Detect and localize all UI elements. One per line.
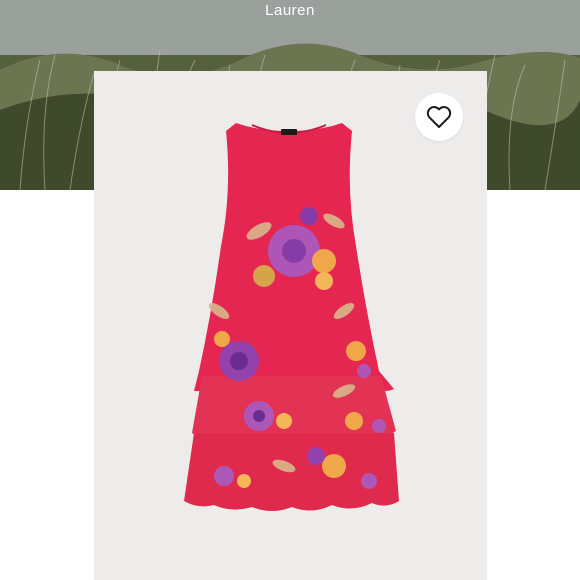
product-image-card[interactable] [94, 71, 487, 580]
favorite-button[interactable] [415, 93, 463, 141]
heart-icon [426, 105, 452, 129]
brand-name: Lauren [265, 2, 315, 19]
dress-image [184, 123, 399, 511]
dress-label [281, 129, 297, 135]
dress-tier-1 [192, 376, 396, 443]
